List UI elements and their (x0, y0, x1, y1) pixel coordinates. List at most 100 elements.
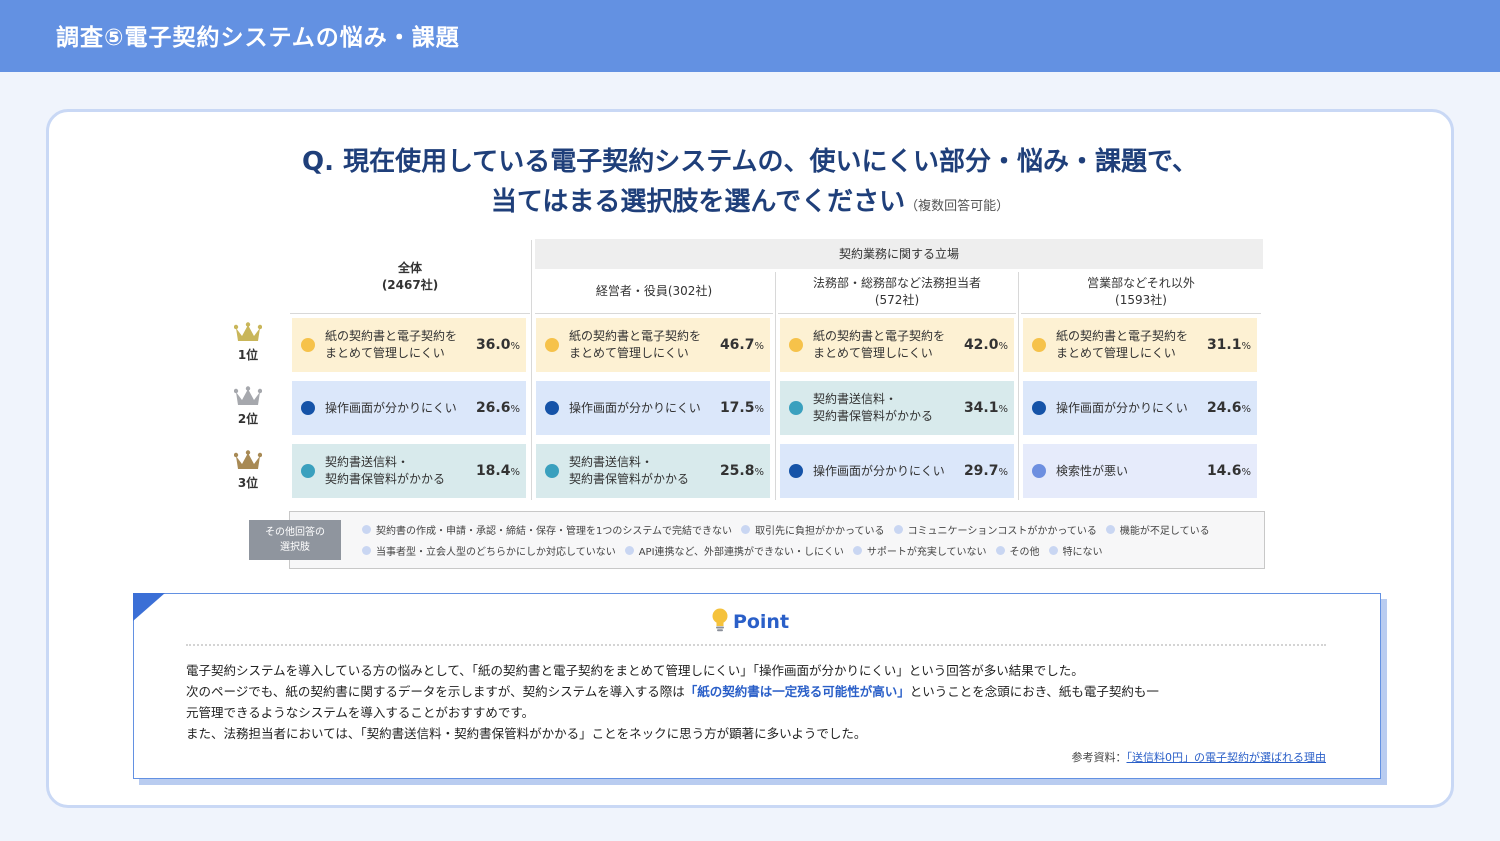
rank-label: 1位 (237, 348, 259, 362)
percentage-value: 17.5 (719, 400, 755, 416)
answer-label: 操作画面が分かりにくい (325, 400, 470, 417)
point-heading: Point (0, 608, 1500, 637)
answer-percentage: 36.0% (476, 337, 520, 353)
reference: 参考資料：「送信料0円」の電子契約が選ばれる理由 (0, 749, 1327, 765)
other-answer-item: 特にない (1048, 543, 1103, 558)
other-answer-text: サポートが充実していない (866, 547, 987, 558)
percentage-value: 46.7 (719, 337, 755, 353)
question-heading: Q. 現在使用している電子契約システムの、使いにくい部分・悩み・課題で、 当ては… (0, 142, 1500, 227)
answer-dot-icon (789, 338, 803, 352)
reference-link[interactable]: 「送信料0円」の電子契約が選ばれる理由 (1127, 751, 1327, 764)
header-col-name: 法務部・総務部など法務担当者 (812, 275, 981, 290)
answer-label: 紙の契約書と電子契約を まとめて管理しにくい (1056, 328, 1201, 362)
answer-percentage: 26.6% (476, 400, 520, 416)
answer-dot-icon (545, 464, 559, 478)
percentage-value: 29.7 (963, 463, 999, 479)
other-tag-line2: 選択肢 (280, 542, 310, 553)
answer-percentage: 31.1% (1207, 337, 1251, 353)
percentage-unit: % (754, 341, 764, 352)
other-answers-box (289, 511, 1265, 569)
percentage-unit: % (998, 467, 1008, 478)
answer-dot-icon (301, 464, 315, 478)
other-tag-line1: その他回答の (265, 527, 325, 538)
answer-label-line: まとめて管理しにくい (325, 346, 445, 360)
answer-dot-icon (789, 464, 803, 478)
answer-percentage: 34.1% (964, 400, 1008, 416)
percentage-value: 36.0 (475, 337, 511, 353)
ranking-cell: 紙の契約書と電子契約を まとめて管理しにくい 42.0% (780, 318, 1014, 372)
percentage-unit: % (510, 467, 520, 478)
reference-label: 参考資料： (1071, 751, 1127, 764)
percentage-unit: % (1241, 467, 1251, 478)
point-paragraph-1: 電子契約システムを導入している方の悩みとして、「紙の契約書と電子契約をまとめて管… (186, 663, 1084, 678)
other-answers-row: 当事者型・立会人型のどちらかにしか対応していない API連携など、外部連携ができな… (362, 543, 1112, 558)
answer-label-line: まとめて管理しにくい (1056, 346, 1176, 360)
lightbulb-icon (711, 608, 729, 637)
answer-percentage: 14.6% (1207, 463, 1251, 479)
bullet-dot-icon (893, 525, 903, 534)
ranking-cell: 紙の契約書と電子契約を まとめて管理しにくい 46.7% (536, 318, 770, 372)
bullet-dot-icon (362, 525, 371, 534)
answer-label: 操作画面が分かりにくい (1056, 400, 1201, 417)
point-paragraph-4: また、法務担当者においては、「契約書送信料・契約書保管料がかかる」ことをネックに… (186, 726, 867, 741)
answer-label-line: 契約書送信料・ (569, 455, 654, 469)
percentage-unit: % (998, 404, 1008, 415)
answer-percentage: 46.7% (720, 337, 764, 353)
other-answer-text: 機能が不足している (1119, 526, 1210, 537)
page-header: 調査⑤電子契約システムの悩み・課題 (0, 0, 1500, 72)
bullet-dot-icon (362, 546, 371, 555)
other-answer-item: 取引先に負担がかかっている (741, 522, 885, 537)
answer-label-line: 操作画面が分かりにくい (1056, 400, 1188, 415)
percentage-unit: % (1241, 341, 1251, 352)
other-answers-tag: その他回答の 選択肢 (249, 520, 341, 560)
column-divider (531, 240, 532, 500)
header-col-name: 営業部などそれ以外 (1087, 275, 1195, 290)
point-text: 次のページでも、紙の契約書に関するデータを示しますが、契約システムを導入する際は (186, 684, 685, 699)
other-answer-text: 特にない (1062, 547, 1103, 558)
column-divider (775, 272, 776, 500)
percentage-unit: % (510, 341, 520, 352)
answer-label: 契約書送信料・契約書保管料がかかる (813, 391, 958, 425)
header-all: 全体 (2467社) (290, 240, 530, 314)
percentage-unit: % (998, 341, 1008, 352)
percentage-value: 25.8 (719, 463, 755, 479)
header-all-name: 全体 (397, 260, 422, 275)
crown-gold-icon (234, 322, 262, 341)
ranking-cell: 契約書送信料・ 契約書保管料がかかる 18.4% (292, 444, 526, 498)
header-col-name: 経営者・役員(302社) (595, 284, 713, 298)
answer-label-line: 紙の契約書と電子契約を (1056, 329, 1189, 343)
percentage-value: 31.1 (1206, 337, 1242, 353)
crown-bronze-icon (234, 450, 262, 469)
answer-percentage: 24.6% (1207, 400, 1251, 416)
percentage-value: 26.6 (475, 400, 511, 416)
header-all-count: (2467社) (381, 277, 439, 292)
answer-percentage: 25.8% (720, 463, 764, 479)
other-answer-text: 取引先に負担がかかっている (755, 526, 885, 537)
crown-silver-icon (234, 386, 262, 405)
page-title: 調査⑤電子契約システムの悩み・課題 (56, 25, 460, 51)
column-divider (1018, 272, 1019, 500)
answer-label-line: 契約書保管料がかかる (813, 409, 934, 423)
answer-label: 操作画面が分かりにくい (813, 463, 958, 480)
answer-percentage: 18.4% (476, 463, 520, 479)
rank-1: 1位 (224, 322, 272, 363)
percentage-unit: % (510, 404, 520, 415)
ranking-cell: 検索性が悪い 14.6% (1023, 444, 1257, 498)
bullet-dot-icon (995, 546, 1005, 555)
header-group-position: 契約業務に関する立場 (535, 239, 1263, 269)
answer-label-line: まとめて管理しにくい (569, 346, 689, 360)
point-body: 電子契約システムを導入している方の悩みとして、「紙の契約書と電子契約をまとめて管… (186, 660, 1326, 744)
answer-label-line: 操作画面が分かりにくい (325, 400, 457, 415)
header-sales: 営業部などそれ以外 (1593社) (1021, 270, 1261, 314)
answer-label-line: 契約書送信料・ (813, 392, 898, 406)
answer-dot-icon (1032, 401, 1046, 415)
answer-label: 検索性が悪い (1056, 463, 1201, 480)
bullet-dot-icon (624, 546, 634, 555)
other-answer-text: API連携など、外部連携ができない・しにくい (638, 547, 844, 558)
question-line1: Q. 現在使用している電子契約システムの、使いにくい部分・悩み・課題で、 (302, 147, 1198, 177)
answer-dot-icon (545, 338, 559, 352)
rank-2: 2位 (224, 386, 272, 427)
percentage-unit: % (754, 467, 764, 478)
rank-3: 3位 (224, 450, 272, 491)
other-answer-item: その他 (995, 543, 1040, 558)
